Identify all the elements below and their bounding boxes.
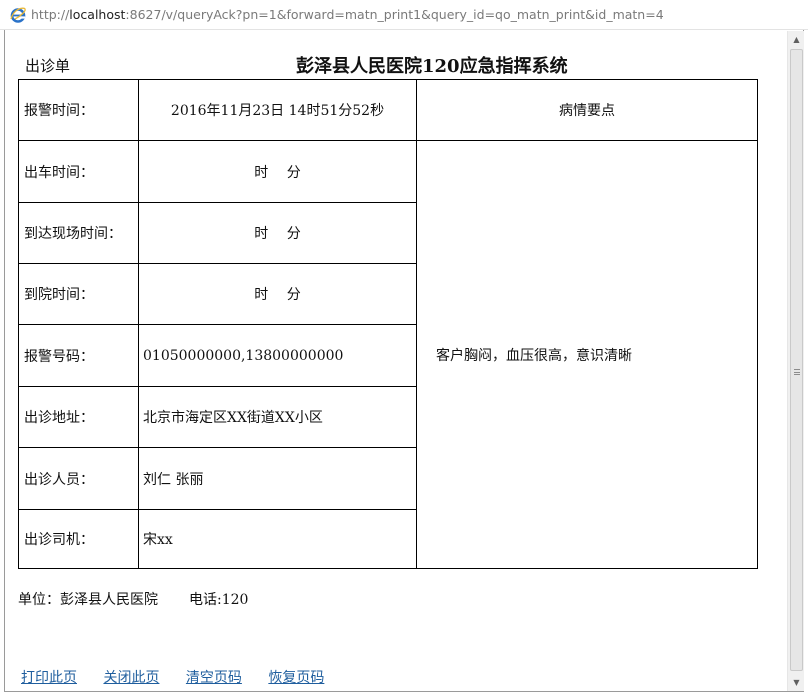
- clear-pages-link[interactable]: 清空页码: [186, 670, 242, 686]
- footer-info: 单位：彭泽县人民医院 电话:120: [18, 589, 279, 609]
- notes-cell: 客户胸闷，血压很高，意识清晰: [416, 140, 758, 569]
- row-label: 出诊人员：: [18, 447, 139, 510]
- row-label: 出诊地址：: [18, 386, 139, 448]
- row-label: 到达现场时间：: [18, 202, 139, 264]
- scroll-down-icon[interactable]: ▼: [788, 674, 805, 691]
- address-bar[interactable]: http://localhost:8627/v/queryAck?pn=1&fo…: [0, 0, 808, 30]
- print-link[interactable]: 打印此页: [21, 670, 77, 686]
- row-label: 到院时间：: [18, 263, 139, 325]
- row-label: 报警号码：: [18, 324, 139, 387]
- row-value: 2016年11月23日 14时51分52秒: [138, 79, 417, 141]
- url-host: localhost: [69, 7, 126, 22]
- grip-icon: [794, 369, 800, 375]
- url-rest: :8627/v/queryAck?pn=1&forward=matn_print…: [125, 7, 664, 22]
- vertical-scrollbar[interactable]: ▲ ▼: [787, 31, 804, 691]
- document-title: 彭泽县人民医院120应急指挥系统: [296, 56, 568, 77]
- row-value: 刘仁 张丽: [138, 447, 417, 510]
- ie-icon: [10, 7, 26, 23]
- close-link[interactable]: 关闭此页: [103, 670, 159, 686]
- table-row: 出车时间： 时 分 客户胸闷，血压很高，意识清晰: [18, 140, 758, 569]
- scroll-up-icon[interactable]: ▲: [788, 31, 805, 48]
- scroll-thumb[interactable]: [790, 49, 803, 671]
- dispatch-table: 报警时间： 2016年11月23日 14时51分52秒 病情要点 出车时间： 时…: [18, 79, 758, 569]
- phone-text: 电话:120: [189, 592, 249, 608]
- row-label: 报警时间：: [18, 79, 139, 141]
- action-links: 打印此页 关闭此页 清空页码 恢复页码: [21, 667, 346, 687]
- row-value: 时 分: [138, 263, 417, 325]
- url-prefix: http://: [31, 7, 70, 22]
- row-value: 北京市海定区XX街道XX小区: [138, 386, 417, 448]
- row-label: 出车时间：: [18, 140, 139, 203]
- restore-pages-link[interactable]: 恢复页码: [268, 670, 324, 686]
- row-value: 时 分: [138, 140, 417, 203]
- notes-header: 病情要点: [416, 79, 758, 141]
- row-value: 宋xx: [138, 509, 417, 569]
- row-value: 时 分: [138, 202, 417, 264]
- notes-text: 客户胸闷，血压很高，意识清晰: [436, 347, 632, 364]
- unit-text: 单位：彭泽县人民医院: [18, 592, 158, 608]
- url-text[interactable]: http://localhost:8627/v/queryAck?pn=1&fo…: [31, 7, 664, 22]
- table-row: 报警时间： 2016年11月23日 14时51分52秒 病情要点: [18, 79, 758, 141]
- row-value: 01050000000,13800000000: [138, 324, 417, 387]
- row-label: 出诊司机：: [18, 509, 139, 569]
- document-label: 出诊单: [25, 57, 71, 75]
